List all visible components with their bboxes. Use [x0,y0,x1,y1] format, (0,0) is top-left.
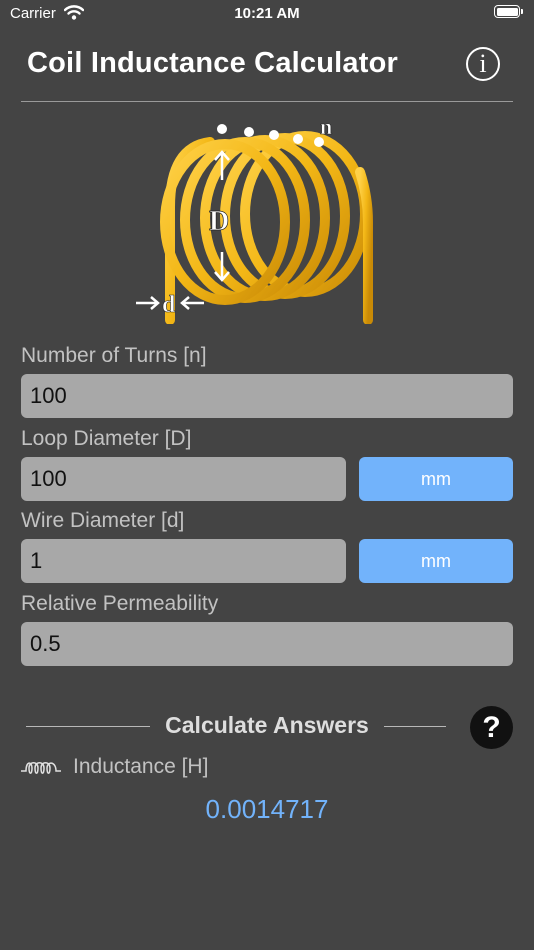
wire-diameter-label: Wire Diameter [d] [21,509,185,532]
wire-diameter-unit-button[interactable]: mm [359,539,513,583]
battery-icon [494,5,520,18]
loop-diameter-unit-button[interactable]: mm [359,457,513,501]
answers-divider-left [26,726,150,727]
loop-diameter-label: Loop Diameter [D] [21,427,192,450]
turns-input[interactable]: 100 [21,374,513,418]
inductance-label: Inductance [H] [73,755,209,778]
answers-section-title: Calculate Answers [165,712,369,738]
turns-symbol: n [320,114,332,139]
page-title: Coil Inductance Calculator [27,47,398,79]
answers-divider-right [384,726,446,727]
permeability-label: Relative Permeability [21,592,219,615]
coil-wire [160,131,373,324]
coil-diagram: n D d [136,114,373,324]
header-divider [21,101,513,102]
turns-label: Number of Turns [n] [21,344,207,367]
help-button[interactable]: ? [470,706,513,749]
status-bar: Carrier 10:21 AM [0,0,534,30]
loop-diameter-input[interactable]: 100 [21,457,346,501]
battery-tip [521,9,523,14]
inductance-value: 0.0014717 [205,794,329,824]
wire-diameter-symbol: d [162,292,176,318]
wire-diameter-input[interactable]: 1 [21,539,346,583]
loop-diameter-symbol: D [209,206,229,237]
permeability-input[interactable]: 0.5 [21,622,513,666]
status-time: 10:21 AM [234,5,300,22]
info-button[interactable]: i [466,47,500,81]
inductor-icon [21,762,61,774]
